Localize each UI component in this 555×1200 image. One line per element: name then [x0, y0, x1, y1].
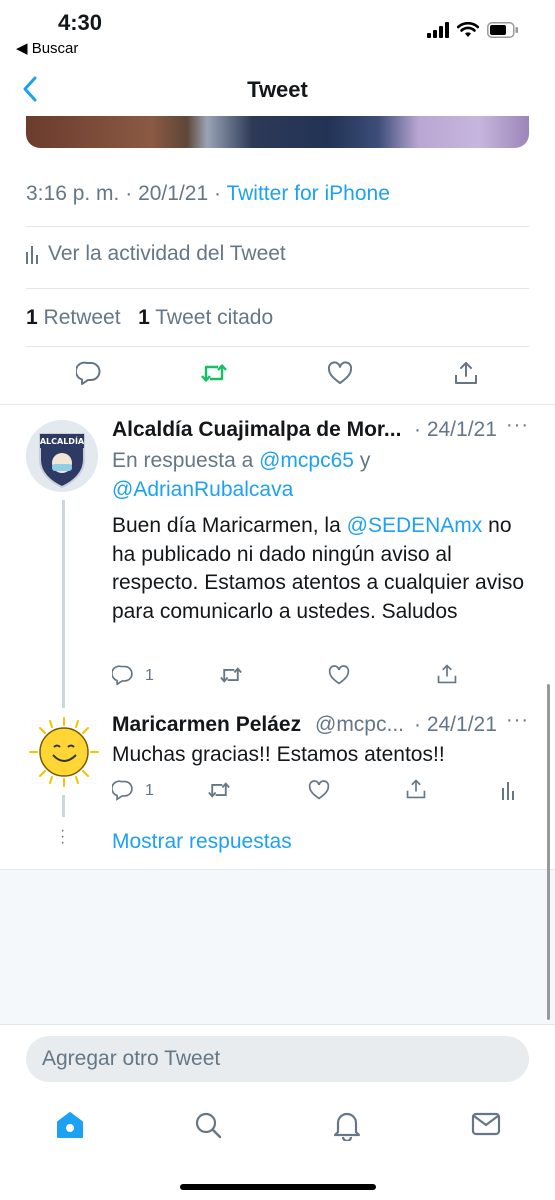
- reply-icon[interactable]: [112, 664, 134, 686]
- quote-label: Tweet citado: [155, 306, 274, 329]
- add-tweet-input[interactable]: [26, 1036, 529, 1082]
- mention-link[interactable]: @mcpc65: [259, 449, 354, 472]
- more-icon[interactable]: ···: [506, 414, 529, 437]
- like-icon[interactable]: [308, 779, 330, 801]
- back-to-app-link[interactable]: ◀ Buscar: [16, 39, 78, 57]
- more-icon[interactable]: ···: [506, 709, 529, 732]
- quotes-link[interactable]: 1 Tweet citado: [138, 306, 273, 329]
- avatar-logo-text: ALCALDÍA: [40, 435, 85, 446]
- page-title: Tweet: [247, 77, 308, 102]
- share-icon[interactable]: [453, 360, 479, 386]
- share-icon[interactable]: [436, 663, 458, 685]
- divider: [26, 346, 529, 347]
- search-icon[interactable]: [193, 1110, 223, 1140]
- like-icon[interactable]: [328, 664, 350, 686]
- thread-line: [62, 795, 65, 817]
- notifications-icon[interactable]: [332, 1109, 362, 1141]
- retweet-label: Retweet: [43, 306, 121, 329]
- thread-line: [62, 500, 65, 708]
- mention-link[interactable]: @AdrianRubalcava: [112, 478, 293, 501]
- compose-box[interactable]: [26, 1036, 529, 1082]
- status-time: 4:30: [58, 10, 103, 35]
- reply-count: 1: [145, 667, 154, 684]
- reply-text: Muchas gracias!! Estamos atentos!!: [112, 743, 445, 766]
- tab-bar: [0, 1100, 555, 1160]
- home-icon[interactable]: [55, 1110, 85, 1140]
- tweet-counts: 1 Retweet 1 Tweet citado: [26, 306, 273, 330]
- reply-date: · 24/1/21: [414, 713, 497, 736]
- signal-icon: [427, 22, 449, 38]
- activity-label: Ver la actividad del Tweet: [48, 242, 286, 265]
- show-replies-link[interactable]: Mostrar respuestas: [112, 830, 292, 854]
- wifi-icon: [457, 22, 479, 37]
- meta-separator: ·: [214, 182, 221, 205]
- avatar-alcaldia[interactable]: ALCALDÍA: [26, 420, 98, 492]
- activity-chart-icon[interactable]: [502, 779, 516, 801]
- avatar-maricarmen[interactable]: [26, 714, 102, 790]
- divider: [0, 404, 555, 405]
- divider: [26, 226, 529, 227]
- divider: [0, 1024, 555, 1025]
- thread-dots: · · ·: [60, 822, 66, 851]
- reply-text-part: Buen día Maricarmen, la: [112, 514, 341, 537]
- retweets-link[interactable]: 1 Retweet: [26, 306, 121, 329]
- scrollbar[interactable]: [547, 684, 550, 1020]
- messages-icon[interactable]: [471, 1111, 501, 1137]
- reply-author-handle: @mcpc...: [315, 713, 404, 736]
- reply-icon[interactable]: [76, 360, 102, 386]
- tweet-meta: 3:16 p. m. · 20/1/21 · Twitter for iPhon…: [26, 182, 390, 206]
- status-icons: [427, 22, 519, 38]
- reply-author-name[interactable]: Maricarmen Peláez: [112, 713, 301, 737]
- activity-chart-icon: [26, 246, 38, 264]
- reply-date: · 24/1/21: [414, 418, 497, 441]
- mention-link[interactable]: @SEDENAmx: [347, 514, 483, 537]
- reply-context: En respuesta a @mcpc65 y @AdrianRubalcav…: [112, 447, 532, 504]
- alcaldia-shield-logo: ALCALDÍA: [26, 420, 98, 492]
- retweet-count: 1: [26, 306, 38, 329]
- retweet-icon[interactable]: [200, 360, 228, 386]
- like-icon[interactable]: [327, 360, 353, 386]
- sun-smiley-avatar: [29, 717, 99, 787]
- tweet-source-link[interactable]: Twitter for iPhone: [226, 182, 389, 205]
- meta-separator: ·: [125, 182, 133, 205]
- reply-context-prefix: En respuesta a: [112, 449, 254, 472]
- reply-author-name[interactable]: Alcaldía Cuajimalpa de Mor...: [112, 418, 401, 442]
- tweet-activity-link[interactable]: Ver la actividad del Tweet: [26, 242, 286, 266]
- quote-count: 1: [138, 306, 150, 329]
- reply-text: Buen día Maricarmen, la @SEDENAmx no ha …: [112, 512, 532, 626]
- retweet-icon[interactable]: [219, 664, 243, 686]
- tweet-time: 3:16 p. m.: [26, 182, 120, 205]
- tweet-actions: [0, 360, 555, 396]
- home-indicator: [180, 1184, 376, 1190]
- tweet-media-image[interactable]: [26, 116, 529, 148]
- share-icon[interactable]: [405, 778, 427, 800]
- reply-context-and: y: [359, 449, 371, 472]
- reply-count: 1: [145, 782, 154, 799]
- tweet-date: 20/1/21: [138, 182, 209, 205]
- divider: [26, 288, 529, 289]
- reply-icon[interactable]: [112, 779, 134, 801]
- retweet-icon[interactable]: [207, 779, 231, 801]
- empty-area: [0, 870, 555, 1025]
- battery-icon: [487, 22, 518, 38]
